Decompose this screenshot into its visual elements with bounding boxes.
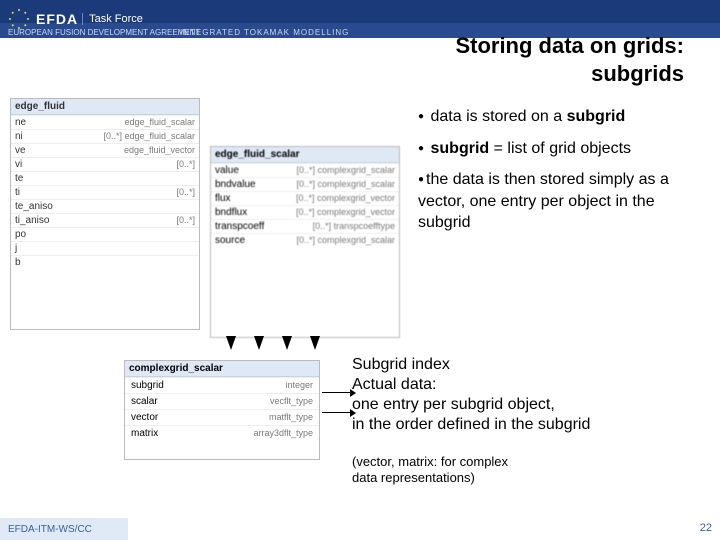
tree-row: ni[0..*] edge_fluid_scalar [11,129,199,143]
connector-arrow [322,392,350,393]
tree2-header: edge_fluid_scalar [215,149,299,160]
bullet-2: subgrid = list of grid objects [418,138,708,160]
tree-row: source[0..*] complexgrid_scalar [211,233,399,247]
tree-row: ti[0..*] [11,185,199,199]
uml-tree-edge-fluid-scalar: edge_fluid_scalar value[0..*] complexgri… [210,146,400,338]
down-arrow-icon [310,336,320,350]
tree-row: needge_fluid_scalar [11,115,199,129]
annotation-vector-matrix: (vector, matrix: for complex data repres… [352,454,508,487]
title-line-2: subgrids [455,60,684,88]
tree-row: veedge_fluid_vector [11,143,199,157]
down-arrow-icon [254,336,264,350]
eu-stars-icon [8,8,30,30]
tree-row: po [11,227,199,241]
connector-arrow [322,412,350,413]
tree-row: scalarvecflt_type [125,393,319,409]
uml-tree-complexgrid-scalar: complexgrid_scalar subgridintegerscalarv… [124,360,320,460]
tree-row: matrixarray3dflt_type [125,425,319,441]
tree-row: te [11,171,199,185]
tree-row: te_aniso [11,199,199,213]
bullet-3: the data is then stored simply as a vect… [418,169,708,234]
tree-row: transpcoeff[0..*] transpcoefftype [211,219,399,233]
bullet-1: data is stored on a subgrid [418,106,708,128]
tree-row: b [11,255,199,269]
label-subgrid-index: Subgrid index [352,355,590,375]
tree-row: value[0..*] complexgrid_scalar [211,163,399,177]
tree-row: vi[0..*] [11,157,199,171]
title-line-1: Storing data on grids: [455,32,684,60]
bullet-1-bold: subgrid [567,108,626,125]
footer-code: EFDA-ITM-WS/CC [0,518,128,540]
tree1-header: edge_fluid [15,101,65,112]
tree-row: vectormatflt_type [125,409,319,425]
label-actual-data: Actual data: one entry per subgrid objec… [352,375,590,435]
taskforce-label: Task Force [82,13,143,25]
down-arrows [226,336,320,350]
bullet-1-text: data is stored on a [431,108,567,125]
header-subline-2: INTEGRATED TOKAMAK MODELLING [180,28,349,37]
tree-row: ti_aniso[0..*] [11,213,199,227]
bullet-list: data is stored on a subgrid subgrid = li… [418,106,708,244]
tree-row: subgridinteger [125,377,319,393]
bullet-2-bold: subgrid [431,140,490,157]
tree-row: bndflux[0..*] complexgrid_vector [211,205,399,219]
tree3-header: complexgrid_scalar [129,363,223,374]
bullet-2-text: = list of grid objects [489,140,631,157]
annotation-subgrid-index: Subgrid index Actual data: one entry per… [352,355,590,435]
tree-row: flux[0..*] complexgrid_vector [211,191,399,205]
tree-row: bndvalue[0..*] complexgrid_scalar [211,177,399,191]
header-subline-1: EUROPEAN FUSION DEVELOPMENT AGREEMENT [8,28,200,37]
slide-title: Storing data on grids: subgrids [455,32,684,87]
page-number: 22 [700,522,712,534]
uml-tree-edge-fluid: edge_fluid needge_fluid_scalarni[0..*] e… [10,98,200,330]
org-label: EFDA [36,11,78,27]
down-arrow-icon [226,336,236,350]
tree-row: j [11,241,199,255]
down-arrow-icon [282,336,292,350]
